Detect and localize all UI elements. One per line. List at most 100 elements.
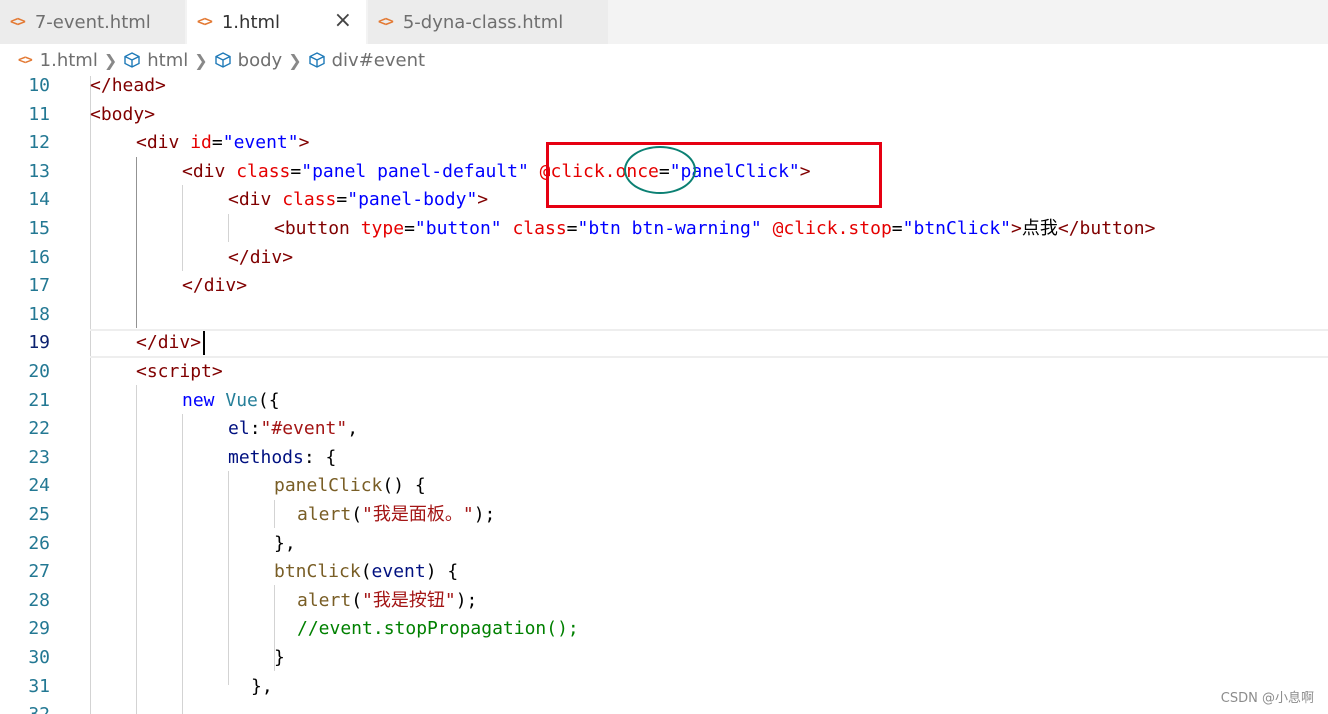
code-token: button [284, 218, 350, 239]
code-token: > [477, 189, 489, 211]
code-token: > [1011, 218, 1022, 239]
code-line[interactable]: 23 methods: { [0, 444, 1328, 473]
code-content: <button type="button" class="btn btn-war… [274, 215, 1155, 244]
annotation-circle [624, 146, 696, 194]
code-line[interactable]: 30} [0, 644, 1328, 673]
code-token: "我是按钮" [362, 589, 456, 611]
html-file-icon: <> [18, 52, 33, 68]
code-token: //event.stopPropagation(); [297, 618, 579, 640]
code-token: div [146, 132, 180, 154]
code-line[interactable]: 11 <body> [0, 101, 1328, 130]
code-line[interactable]: 21 new Vue({ [0, 387, 1328, 416]
code-content: <div id="event"> [136, 129, 309, 158]
line-number: 25 [28, 504, 50, 525]
code-line[interactable]: 25 alert("我是面板。"); [0, 501, 1328, 530]
watermark: CSDN @小息啊 [1220, 691, 1314, 706]
line-number: 23 [28, 446, 50, 468]
element-cube-icon [308, 52, 325, 68]
code-token: </ [228, 246, 250, 268]
code-line[interactable]: 18 [0, 301, 1328, 330]
code-token: ( [351, 589, 363, 611]
code-token: < [274, 218, 285, 239]
code-token: = [404, 218, 415, 239]
code-line[interactable]: 16 </div> [0, 244, 1328, 273]
line-number: 17 [28, 275, 50, 297]
tab-label: 5-dyna-class.html [402, 11, 564, 33]
annotation-box [546, 142, 882, 208]
code-content: panelClick() { [274, 472, 426, 501]
code-line[interactable]: 29 //event.stopPropagation(); [0, 615, 1328, 644]
close-icon[interactable]: × [334, 9, 352, 33]
code-token: </ [136, 332, 158, 354]
code-token: () { [382, 475, 426, 497]
line-number: 26 [28, 532, 50, 554]
code-line[interactable]: 24 panelClick() { [0, 472, 1328, 501]
code-line[interactable]: 17 </div> [0, 272, 1328, 301]
code-token: > [1144, 218, 1156, 239]
code-line[interactable]: 22 el:"#event", [0, 415, 1328, 444]
line-number: 10 [28, 75, 50, 96]
breadcrumb-file[interactable]: <> 1.html [18, 50, 98, 71]
code-line[interactable]: 27 btnClick(event) { [0, 558, 1328, 587]
line-number: 13 [28, 160, 50, 182]
code-token: div [203, 275, 237, 297]
line-number: 22 [28, 418, 50, 440]
code-line[interactable]: 28 alert("我是按钮"); [0, 587, 1328, 616]
code-token: div [238, 189, 272, 211]
tab-5-dyna-class[interactable]: <> 5-dyna-class.html [368, 0, 609, 44]
code-token: < [228, 189, 239, 211]
code-token: > [155, 75, 166, 96]
html-file-icon: <> [10, 14, 26, 30]
code-token: }, [274, 532, 296, 554]
code-content: </div> [136, 329, 201, 358]
code-line[interactable]: 10 </head> [0, 72, 1328, 101]
code-token: , [347, 418, 359, 440]
chevron-right-icon: ❯ [288, 50, 302, 70]
breadcrumb-html[interactable]: html [123, 50, 188, 71]
code-token: ); [473, 504, 496, 525]
code-content: <script> [136, 358, 223, 387]
breadcrumb-div-event[interactable]: div#event [308, 50, 425, 71]
breadcrumb-body[interactable]: body [214, 50, 282, 71]
code-line[interactable]: 19 </div> [0, 329, 1328, 358]
code-token: "#event" [260, 418, 348, 440]
html-file-icon: <> [197, 14, 213, 30]
code-token: panelClick [274, 475, 383, 497]
code-token: </ [1057, 218, 1080, 239]
code-token: < [90, 103, 101, 125]
code-token: head [111, 75, 156, 96]
code-token: = [891, 218, 903, 239]
code-line[interactable]: 26}, [0, 530, 1328, 559]
code-token: </ [182, 275, 204, 297]
element-cube-icon [124, 52, 140, 68]
tab-7-event[interactable]: <> 7-event.html [0, 0, 186, 44]
tab-bar: <> 7-event.html <> 1.html × <> 5-dyna-cl… [0, 0, 1328, 44]
code-content: <body> [90, 101, 155, 130]
line-number: 30 [28, 647, 50, 668]
line-number: 14 [28, 189, 50, 211]
code-line[interactable]: 31}, [0, 673, 1328, 702]
code-token: : [249, 418, 261, 440]
code-token: 点我 [1021, 218, 1058, 239]
code-content: </div> [228, 244, 293, 273]
code-token: > [236, 275, 248, 297]
tab-1-html[interactable]: <> 1.html × [187, 0, 367, 44]
code-token: type [360, 218, 405, 239]
code-line[interactable]: 15 <button type="button" class="btn btn-w… [0, 215, 1328, 244]
code-token: div [249, 246, 283, 268]
code-token: "event" [222, 132, 299, 154]
code-token: btnClick [274, 561, 361, 583]
code-line[interactable]: 20 <script> [0, 358, 1328, 387]
code-token: = [290, 160, 302, 182]
code-token: > [144, 103, 156, 125]
chevron-right-icon: ❯ [103, 50, 118, 70]
code-line[interactable]: 32 [0, 701, 1328, 714]
code-token: "btnClick" [902, 218, 1012, 239]
code-token: > [211, 361, 223, 382]
code-token: = [336, 189, 348, 211]
code-token: script [146, 361, 212, 382]
line-number: 31 [28, 675, 50, 697]
vscode-window: <> 7-event.html <> 1.html × <> 5-dyna-cl… [0, 0, 1328, 714]
